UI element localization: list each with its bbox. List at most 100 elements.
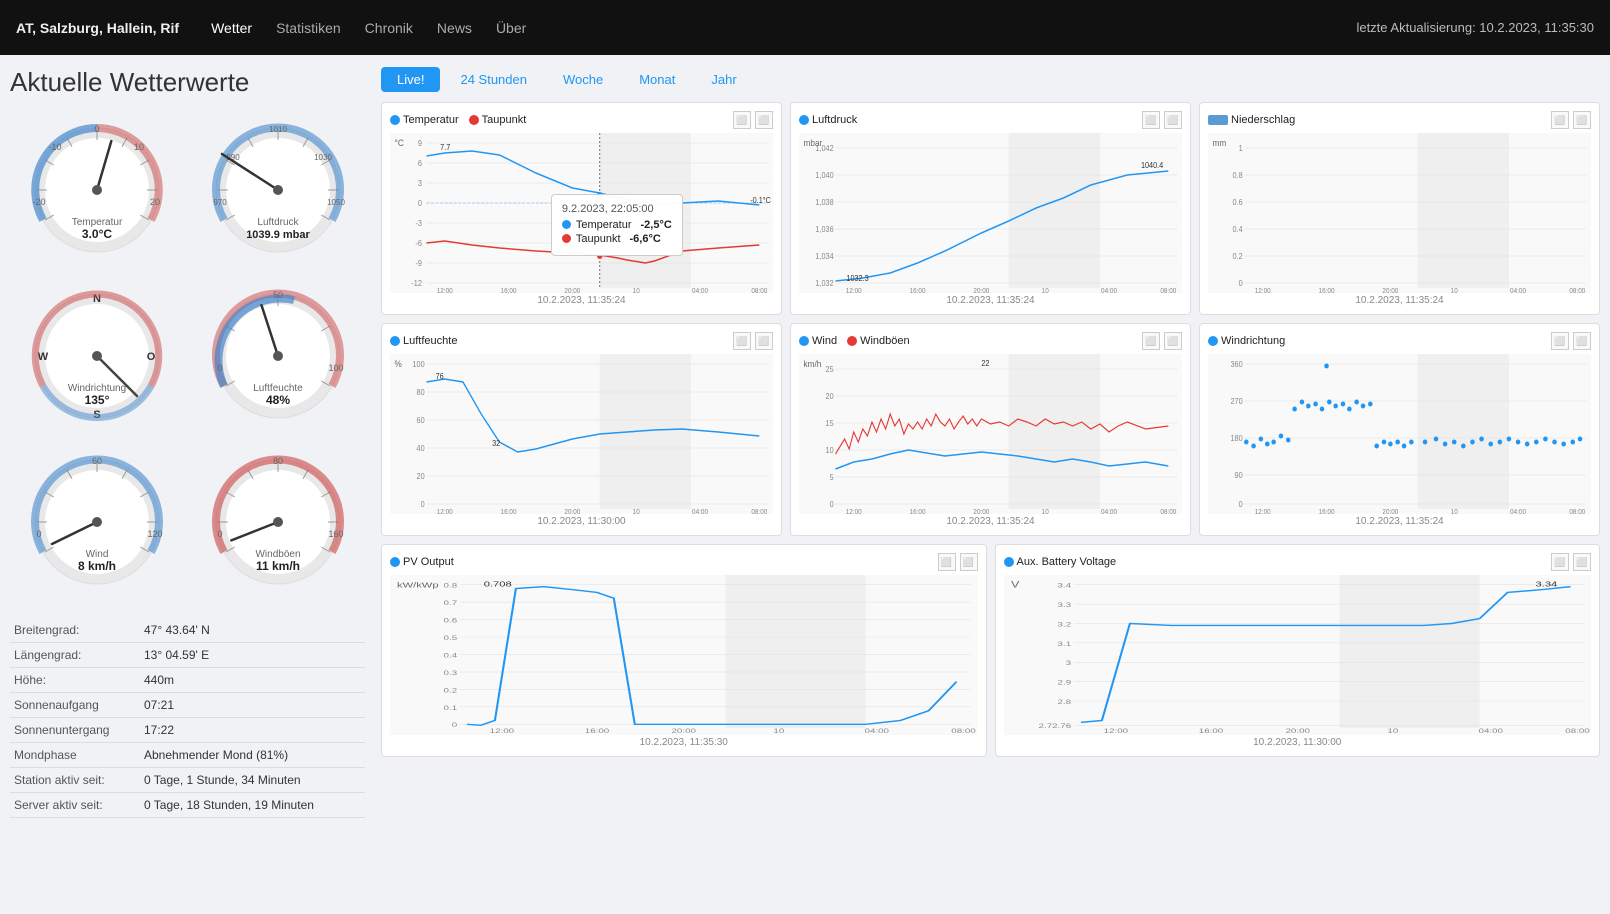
svg-text:0: 0 [37,529,42,539]
svg-text:08:00: 08:00 [1569,509,1585,514]
svg-text:40: 40 [417,444,425,453]
svg-text:0.2: 0.2 [1233,252,1243,261]
windrichtung-download-btn[interactable]: ⬜ [1573,332,1591,350]
windrichtung-expand-btn[interactable]: ⬜ [1551,332,1569,350]
info-table: Breitengrad:47° 43.64' NLängengrad:13° 0… [10,618,365,818]
svg-text:2.9: 2.9 [1057,678,1071,686]
info-row: Längengrad:13° 04.59' E [10,643,365,668]
info-row: Höhe:440m [10,668,365,693]
svg-text:10: 10 [1042,509,1049,514]
svg-text:20:00: 20:00 [1285,727,1310,735]
svg-text:04:00: 04:00 [1101,509,1117,514]
svg-text:10: 10 [1451,509,1458,514]
svg-text:0: 0 [418,199,422,208]
svg-text:16:00: 16:00 [585,727,610,735]
svg-text:2.8: 2.8 [1057,698,1071,706]
luftfeuchte-download-btn[interactable]: ⬜ [755,332,773,350]
luftdruck-legend-label: Luftdruck [812,114,857,126]
chart-download-btn[interactable]: ⬜ [755,111,773,129]
svg-text:%: % [395,359,403,369]
svg-text:-12: -12 [411,279,422,288]
svg-text:10: 10 [826,446,834,455]
niederschlag-chart-card: Niederschlag ⬜ ⬜ [1199,102,1600,315]
svg-text:3.3: 3.3 [1057,601,1071,609]
tab-monat[interactable]: Monat [623,67,691,92]
svg-text:20:00: 20:00 [564,509,580,514]
nav-wetter[interactable]: Wetter [211,20,252,36]
svg-text:0.1: 0.1 [444,703,458,711]
windrichtung-chart-card: Windrichtung ⬜ ⬜ [1199,323,1600,536]
svg-text:12:00: 12:00 [490,727,515,735]
svg-text:0.7: 0.7 [444,599,458,607]
svg-text:160: 160 [328,529,343,539]
svg-text:0: 0 [95,124,100,134]
left-panel: Aktuelle Wetterwerte [0,55,375,914]
pv-download-btn[interactable]: ⬜ [960,553,978,571]
niederschlag-download-btn[interactable]: ⬜ [1573,111,1591,129]
gauge-wind: 0 60 120 Wind 8 km/h [10,442,185,602]
niederschlag-expand-btn[interactable]: ⬜ [1551,111,1569,129]
svg-text:12:00: 12:00 [437,288,453,293]
luftdruck-chart-card: Luftdruck ⬜ ⬜ [790,102,1191,315]
tab-24h[interactable]: 24 Stunden [444,67,543,92]
charts-row-3: PV Output ⬜ ⬜ [381,544,1600,757]
svg-text:3.2: 3.2 [1057,620,1071,628]
svg-text:08:00: 08:00 [1569,288,1585,293]
pv-expand-btn[interactable]: ⬜ [938,553,956,571]
luftdruck-expand-btn[interactable]: ⬜ [1142,111,1160,129]
svg-text:04:00: 04:00 [1101,288,1117,293]
svg-text:10: 10 [1042,288,1049,293]
luftfeuchte-expand-btn[interactable]: ⬜ [733,332,751,350]
tab-live[interactable]: Live! [381,67,440,92]
svg-text:0.2: 0.2 [444,686,458,694]
svg-text:15: 15 [826,419,834,428]
nav-chronik[interactable]: Chronik [365,20,413,36]
page-title: Aktuelle Wetterwerte [10,67,365,98]
wind-download-btn[interactable]: ⬜ [1164,332,1182,350]
info-row: Sonnenuntergang17:22 [10,718,365,743]
niederschlag-legend-label: Niederschlag [1231,114,1295,126]
pv-output-chart-card: PV Output ⬜ ⬜ [381,544,987,757]
svg-text:80: 80 [273,456,283,466]
wind-expand-btn[interactable]: ⬜ [1142,332,1160,350]
battery-expand-btn[interactable]: ⬜ [1551,553,1569,571]
chart-expand-btn[interactable]: ⬜ [733,111,751,129]
svg-text:1: 1 [1239,144,1243,153]
luftdruck-timestamp: 10.2.2023, 11:35:24 [799,295,1182,306]
nav-ueber[interactable]: Über [496,20,526,36]
gauge-luftdruck: 970 1010 1050 990 1030 Luftdruck 1039.9 … [191,110,366,270]
info-row: Breitengrad:47° 43.64' N [10,618,365,643]
svg-text:10: 10 [134,142,144,152]
tab-jahr[interactable]: Jahr [695,67,752,92]
svg-text:1,032: 1,032 [815,279,833,288]
svg-text:60: 60 [417,416,425,425]
svg-text:7.7: 7.7 [440,143,450,152]
svg-text:2.72.76: 2.72.76 [1038,722,1071,730]
svg-text:08:00: 08:00 [751,509,767,514]
charts-row-2: Luftfeuchte ⬜ ⬜ [381,323,1600,536]
nav-news[interactable]: News [437,20,472,36]
battery-label: Aux. Battery Voltage [1017,556,1117,568]
svg-text:0.4: 0.4 [1233,225,1244,234]
svg-text:08:00: 08:00 [751,288,767,293]
svg-text:180: 180 [1231,434,1243,443]
luftdruck-download-btn[interactable]: ⬜ [1164,111,1182,129]
svg-text:22: 22 [981,359,989,368]
svg-text:1050: 1050 [327,198,345,207]
nav-statistiken[interactable]: Statistiken [276,20,341,36]
svg-text:20:00: 20:00 [973,288,989,293]
temperatur-legend-label: Temperatur [403,114,459,126]
svg-text:-3: -3 [415,219,421,228]
svg-text:16:00: 16:00 [501,509,517,514]
wind-chart-timestamp: 10.2.2023, 11:35:24 [799,516,1182,527]
svg-text:120: 120 [148,529,163,539]
svg-text:3.0°C: 3.0°C [82,227,112,241]
svg-text:20:00: 20:00 [973,509,989,514]
svg-text:20:00: 20:00 [1382,509,1398,514]
tab-woche[interactable]: Woche [547,67,619,92]
battery-download-btn[interactable]: ⬜ [1573,553,1591,571]
battery-chart-card: Aux. Battery Voltage ⬜ ⬜ [995,544,1601,757]
svg-text:04:00: 04:00 [692,288,708,293]
svg-text:6: 6 [418,159,422,168]
battery-timestamp: 10.2.2023, 11:30:00 [1004,737,1592,748]
